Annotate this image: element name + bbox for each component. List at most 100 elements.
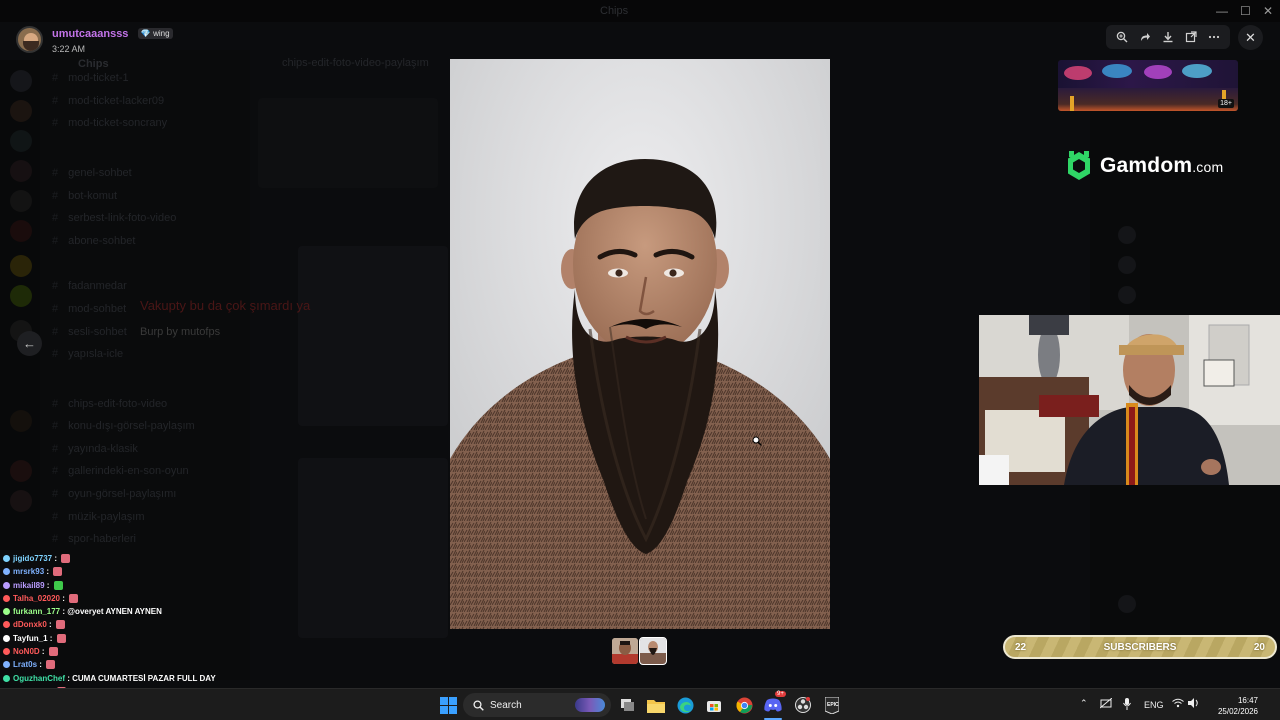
webcam-feed bbox=[979, 315, 1280, 485]
discord-icon[interactable]: 9+ bbox=[763, 691, 786, 715]
channel-item[interactable]: # bot-komut bbox=[52, 190, 117, 202]
channel-hash-icon: # bbox=[52, 348, 59, 360]
close-viewer-button[interactable]: ✕ bbox=[1238, 25, 1263, 50]
thumbnail[interactable] bbox=[612, 638, 638, 664]
chat-text: @overyet AYNEN AYNEN bbox=[67, 607, 162, 617]
channel-hash-icon: # bbox=[52, 465, 59, 477]
screen: Chips — ☐ ✕ Chips chips-edit-foto-video-… bbox=[0, 0, 1280, 720]
start-icon[interactable] bbox=[438, 695, 458, 715]
avatar[interactable] bbox=[16, 25, 43, 53]
channel-item[interactable]: # genel-sohbet bbox=[52, 167, 132, 179]
chat-username: mikail89 bbox=[13, 580, 45, 590]
edge-icon[interactable] bbox=[675, 695, 695, 715]
server-icon[interactable] bbox=[10, 255, 32, 277]
chat-emote-icon bbox=[69, 593, 79, 603]
channel-item[interactable]: # fadanmedar bbox=[52, 280, 127, 292]
channel-item[interactable]: # yayında-klasik bbox=[52, 443, 138, 455]
minimize-icon[interactable]: — bbox=[1216, 4, 1228, 18]
viewer-toolbar bbox=[1106, 25, 1230, 49]
channel-item[interactable]: # konu-dışı-görsel-paylaşım bbox=[52, 420, 195, 432]
share-icon[interactable] bbox=[1136, 28, 1154, 46]
server-icon[interactable] bbox=[10, 70, 32, 92]
server-name[interactable]: Chips bbox=[78, 58, 109, 70]
chat-username: Talha_02020 bbox=[13, 593, 60, 603]
casino-ad-banner[interactable]: 18+ bbox=[1058, 60, 1238, 111]
microphone-icon[interactable] bbox=[1123, 698, 1131, 712]
open-in-browser-icon[interactable] bbox=[1182, 28, 1200, 46]
channel-item[interactable]: # yapısla-icle bbox=[52, 348, 123, 360]
member-avatar[interactable] bbox=[1118, 595, 1136, 613]
channel-item[interactable]: # mod-ticket-soncrany bbox=[52, 117, 167, 129]
channel-item[interactable]: # chips-edit-foto-video bbox=[52, 398, 167, 410]
background-image-card[interactable] bbox=[298, 458, 448, 638]
channel-item[interactable]: # serbest-link-foto-video bbox=[52, 212, 176, 224]
member-avatar[interactable] bbox=[1118, 256, 1136, 274]
thumbnail-active[interactable] bbox=[639, 637, 667, 665]
chat-badge-icon bbox=[3, 648, 10, 656]
search-highlight-icon bbox=[575, 698, 605, 712]
uploader-name[interactable]: umutcaaansss bbox=[52, 28, 128, 40]
server-icon[interactable] bbox=[10, 460, 32, 482]
search-icon bbox=[473, 699, 484, 711]
server-icon[interactable] bbox=[10, 220, 32, 242]
brand-name: Gamdom bbox=[1100, 154, 1193, 177]
chrome-icon[interactable] bbox=[734, 695, 754, 715]
viewed-photo[interactable] bbox=[450, 59, 830, 629]
uploader-info: umutcaaansss 💎 wing 3:22 AM bbox=[16, 24, 173, 54]
server-icon[interactable] bbox=[10, 410, 32, 432]
previous-image-button[interactable]: ← bbox=[17, 331, 42, 356]
zoom-cursor-icon bbox=[752, 436, 762, 448]
network-off-icon[interactable] bbox=[1099, 697, 1113, 711]
stream-chat: jigido7737 : mrsrk93 : mikail89 : Talha_… bbox=[3, 552, 263, 698]
server-icon[interactable] bbox=[10, 130, 32, 152]
channel-hash-icon: # bbox=[52, 420, 59, 432]
tray-overflow-icon[interactable]: ⌃ bbox=[1080, 698, 1088, 709]
channel-hash-icon: # bbox=[52, 72, 59, 84]
obs-icon[interactable] bbox=[793, 695, 813, 715]
server-icon[interactable] bbox=[10, 100, 32, 122]
task-view-icon[interactable] bbox=[618, 695, 638, 715]
channel-item[interactable]: # mod-ticket-1 bbox=[52, 72, 129, 84]
chat-emote-icon bbox=[53, 580, 63, 590]
message-timestamp: 3:22 AM bbox=[52, 44, 86, 54]
chat-badge-icon bbox=[3, 634, 10, 642]
channel-item[interactable]: # mod-sohbet bbox=[52, 303, 126, 315]
epic-games-icon[interactable]: EPIC bbox=[822, 695, 842, 715]
channel-hash-icon: # bbox=[52, 117, 59, 129]
channel-item[interactable]: # müzik-paylaşım bbox=[52, 511, 145, 523]
channel-item[interactable]: # gallerindeki-en-son-oyun bbox=[52, 465, 189, 477]
taskbar-search-input[interactable]: Search bbox=[463, 693, 611, 717]
member-avatar[interactable] bbox=[1118, 286, 1136, 304]
more-icon[interactable] bbox=[1205, 28, 1223, 46]
wifi-icon[interactable] bbox=[1172, 698, 1184, 710]
system-clock[interactable]: 16:47 25/02/2026 bbox=[1210, 695, 1258, 717]
chat-message: dDonxk0 : bbox=[3, 618, 263, 631]
server-icon[interactable] bbox=[10, 190, 32, 212]
file-explorer-icon[interactable] bbox=[646, 695, 666, 715]
download-icon[interactable] bbox=[1159, 28, 1177, 46]
zoom-in-icon[interactable] bbox=[1113, 28, 1131, 46]
server-icon[interactable] bbox=[10, 160, 32, 182]
channel-hash-icon: # bbox=[52, 511, 59, 523]
server-icon[interactable] bbox=[10, 285, 32, 307]
window-close-icon[interactable]: ✕ bbox=[1263, 4, 1273, 18]
background-message-text: Burp by mutofps bbox=[140, 326, 221, 338]
volume-icon[interactable] bbox=[1188, 698, 1200, 710]
chat-badge-icon bbox=[3, 661, 10, 669]
chat-message: mikail89 : bbox=[3, 579, 263, 592]
channel-item[interactable]: # abone-sohbet bbox=[52, 235, 135, 247]
channel-item[interactable]: # sesli-sohbet bbox=[52, 326, 127, 338]
chat-username: NoN0D bbox=[13, 647, 40, 657]
channel-item[interactable]: # oyun-görsel-paylaşımı bbox=[52, 488, 176, 500]
server-icon[interactable] bbox=[10, 490, 32, 512]
store-icon[interactable] bbox=[704, 695, 724, 715]
channel-item[interactable]: # mod-ticket-lacker09 bbox=[52, 95, 164, 107]
channel-label: serbest-link-foto-video bbox=[68, 212, 177, 224]
background-image-card[interactable] bbox=[298, 246, 448, 426]
channel-label: oyun-görsel-paylaşımı bbox=[68, 488, 177, 500]
language-indicator[interactable]: ENG bbox=[1144, 700, 1164, 710]
chat-badge-icon bbox=[3, 608, 10, 616]
maximize-icon[interactable]: ☐ bbox=[1240, 4, 1251, 18]
member-avatar[interactable] bbox=[1118, 226, 1136, 244]
channel-item[interactable]: # spor-haberleri bbox=[52, 533, 136, 545]
